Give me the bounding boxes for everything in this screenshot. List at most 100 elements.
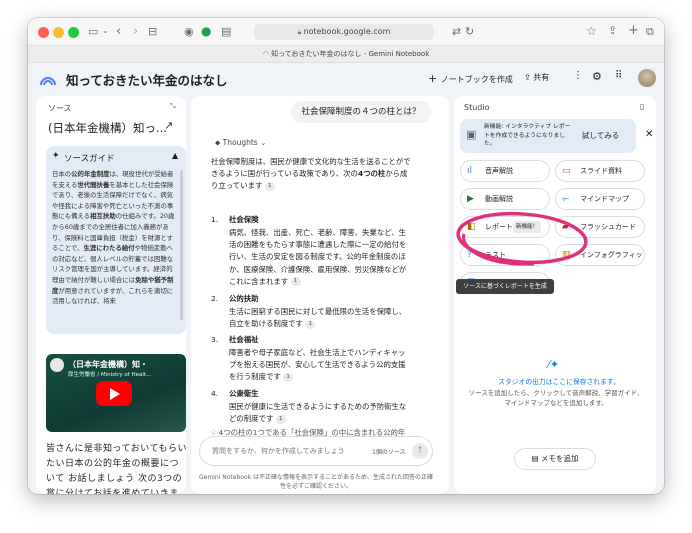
translate-icon[interactable]: ⇄ — [452, 26, 461, 37]
tab-bar: ◠ 知っておきたい年金のはなし - Gemini Notebook — [28, 46, 664, 63]
back-icon[interactable]: ‹ — [116, 25, 121, 38]
reload-icon[interactable]: ↻ — [465, 26, 474, 37]
citation-chip[interactable]: 1 — [264, 181, 275, 191]
chat-input-placeholder: 質問をするか、何かを作成してみましょう — [212, 447, 345, 455]
notebook-title[interactable]: 知っておきたい年金のはなし — [66, 70, 228, 89]
item-number: 1. — [211, 215, 219, 224]
sidebar-toggle-icon[interactable]: ▭ — [88, 26, 98, 37]
item-number: 2. — [211, 294, 219, 303]
item-text: 病気、怪我、出産、死亡、老齢、障害、失業など、生活の困難をもたらす事態に遭遇した… — [229, 228, 407, 287]
banner-text: 新機能: インタラクティブ レポートを作成できるようになりました。 — [484, 124, 571, 148]
item-title: 公的扶助 — [229, 294, 259, 303]
thoughts-toggle[interactable]: ⬥ Thoughts ⌄ — [215, 138, 266, 148]
sources-panel: ソース ⤡ (日本年金機構）知っ... ↗ ✦ ソースガイド ▲ 日本の公的年金… — [36, 96, 186, 494]
chat-input[interactable]: 質問をするか、何かを作成してみましょう 1個のソース ↑ — [199, 436, 433, 466]
collapse-studio-icon[interactable]: ▯ — [640, 102, 644, 111]
tabs-icon[interactable]: ⧉ — [646, 26, 654, 37]
new-tab-icon[interactable]: + — [628, 24, 639, 37]
share-label: 共有 — [533, 73, 550, 82]
studio-save-desc: ソースを追加したら、クリックして音声解説、学習ガイド、マインドマップなどを追加し… — [468, 389, 644, 407]
zoom-window-button[interactable] — [68, 27, 79, 38]
new-feature-banner: ▣ 新機能: インタラクティブ レポートを作成できるようになりました。 試してみ… — [460, 119, 636, 153]
thoughts-dot-icon: ⬥ — [215, 138, 223, 147]
evernote-icon[interactable]: ● — [201, 25, 211, 37]
citation-chip[interactable]: 1 — [290, 277, 301, 287]
open-source-icon[interactable]: ↗ — [164, 119, 173, 132]
app-header: 知っておきたい年金のはなし + ノートブックを作成 ⇪ 共有 ⋮ ⚙ ⠿ — [28, 63, 664, 95]
guide-bold-term: 世代間扶養 — [77, 180, 110, 189]
try-it-button[interactable]: 試してみる — [582, 130, 619, 141]
video-channel: 厚生労働省 / Ministry of Healt... — [68, 372, 152, 378]
audio-overview-button[interactable]: ıl 音声解説 — [460, 160, 550, 182]
item-text: 生活に困窮する国民に対して最低限の生活を保障し、自立を助ける制度です 1 — [229, 307, 407, 329]
add-note-button[interactable]: ▤ メモを追加 — [514, 448, 596, 470]
user-question: 社会保障制度の４つの柱とは？ — [291, 101, 431, 123]
source-title: (日本年金機構）知っ... — [48, 121, 167, 135]
close-banner-icon[interactable]: ✕ — [645, 129, 653, 140]
item-title: 公衆衛生 — [229, 389, 259, 398]
reader-icon[interactable]: ▤ — [221, 26, 231, 37]
play-icon[interactable] — [96, 381, 132, 406]
source-count: 1個のソース — [372, 449, 406, 456]
guide-bold-term: 公的年金制度 — [71, 170, 110, 178]
audio-overview-label: 音声解説 — [485, 167, 513, 175]
forward-icon[interactable]: › — [133, 25, 138, 38]
video-thumbnail[interactable]: （日本年金機構）知・ 厚生労働省 / Ministry of Healt... — [46, 354, 186, 432]
item-text: 障害者や母子家庭など、社会生活上でハンディキャップを抱える国民が、安心して生活で… — [229, 348, 406, 382]
item-text: 国民が健康に生活できるようにするための予防衛生などの制度です 1 — [229, 402, 407, 424]
settings-gear-icon[interactable]: ⚙ — [592, 70, 602, 83]
slide-deck-button[interactable]: ▭ スライド資料 — [555, 160, 645, 182]
send-button[interactable]: ↑ — [412, 443, 428, 459]
guide-scrollbar[interactable] — [180, 170, 183, 320]
annotation-circle — [456, 211, 588, 266]
chevron-down-icon: ⌄ — [257, 138, 267, 147]
item-number: 4. — [211, 389, 219, 398]
share-button[interactable]: ⇪ 共有 — [524, 72, 549, 83]
sparkle-icon: ✦ — [52, 151, 60, 161]
collapse-panel-icon[interactable]: ⤡ — [170, 102, 176, 111]
waveform-icon: ıl — [467, 166, 473, 176]
slide-deck-label: スライド資料 — [580, 167, 622, 175]
browser-window: ▭ ⌄ ‹ › ⊟ ◉ ● ▤ 🔒︎ notebook.google.com ⇄… — [28, 18, 664, 494]
share-page-icon[interactable]: ⇪ — [608, 25, 617, 36]
collapse-guide-icon[interactable]: ▲ — [172, 151, 178, 160]
active-tab-title[interactable]: 知っておきたい年金のはなし - Gemini Notebook — [271, 50, 429, 58]
studio-panel: Studio ▯ ▣ 新機能: インタラクティブ レポートを作成できるようになり… — [454, 96, 656, 494]
citation-chip[interactable]: 1 — [275, 414, 286, 424]
disclaimer: Gemini Notebook は不正確な情報を表示することがあるため、生成され… — [199, 474, 433, 490]
browser-toolbar: ▭ ⌄ ‹ › ⊟ ◉ ● ▤ 🔒︎ notebook.google.com ⇄… — [28, 18, 664, 46]
slides-icon: ▭ — [562, 166, 571, 176]
tab-favicon-icon: ◠ — [262, 50, 272, 58]
more-menu-icon[interactable]: ⋮ — [573, 70, 583, 81]
bookmark-star-icon[interactable]: ☆ — [586, 25, 597, 37]
citation-chip[interactable]: 1 — [283, 372, 294, 382]
source-guide-summary: 日本の公的年金制度は、現役世代が受給者を支える世代間扶養を基本とした社会保険であ… — [52, 169, 176, 307]
source-guide-title: ソースガイド — [64, 154, 115, 164]
address-bar[interactable]: 🔒︎ notebook.google.com — [254, 24, 434, 40]
sources-heading: ソース — [48, 104, 72, 113]
apps-grid-icon[interactable]: ⠿ — [615, 70, 622, 81]
source-guide: ✦ ソースガイド ▲ 日本の公的年金制度は、現役世代が受給者を支える世代間扶養を… — [46, 146, 186, 334]
note-icon: ▤ — [531, 454, 541, 463]
item-title: 社会福祉 — [229, 335, 259, 344]
answer-intro-bold: 4つの柱 — [357, 169, 386, 179]
create-notebook-label: ノートブックを作成 — [440, 75, 513, 84]
magic-wand-icon: ⁄✦ — [548, 358, 560, 371]
guide-text-run: が用意されていますが、これらを適切に活用しなければ、将来 — [52, 286, 174, 306]
chat-panel: 社会保障制度の４つの柱とは？ ⬥ Thoughts ⌄ 社会保障制度は、国民が健… — [191, 96, 449, 494]
guide-bold-term: 相互扶助 — [90, 212, 116, 221]
citation-chip[interactable]: 1 — [305, 319, 316, 329]
report-sparkle-icon: ▣ — [466, 128, 477, 141]
minimize-window-button[interactable] — [53, 27, 64, 38]
add-note-label: メモを追加 — [540, 454, 579, 463]
close-window-button[interactable] — [38, 27, 49, 38]
tab-overview-icon[interactable]: ⊟ — [148, 26, 157, 37]
notebook-logo-icon — [40, 77, 56, 86]
extension-icon[interactable]: ◉ — [184, 26, 194, 37]
thoughts-label: Thoughts — [222, 138, 258, 147]
avatar[interactable] — [638, 69, 656, 87]
chevron-down-icon[interactable]: ⌄ — [102, 27, 109, 35]
transcript-text: 皆さんに是非知っておいてもらいたい日本の公的年金の概要について お話しましょう … — [46, 444, 186, 494]
create-notebook-button[interactable]: + ノートブックを作成 — [428, 72, 513, 85]
channel-avatar — [50, 358, 64, 372]
